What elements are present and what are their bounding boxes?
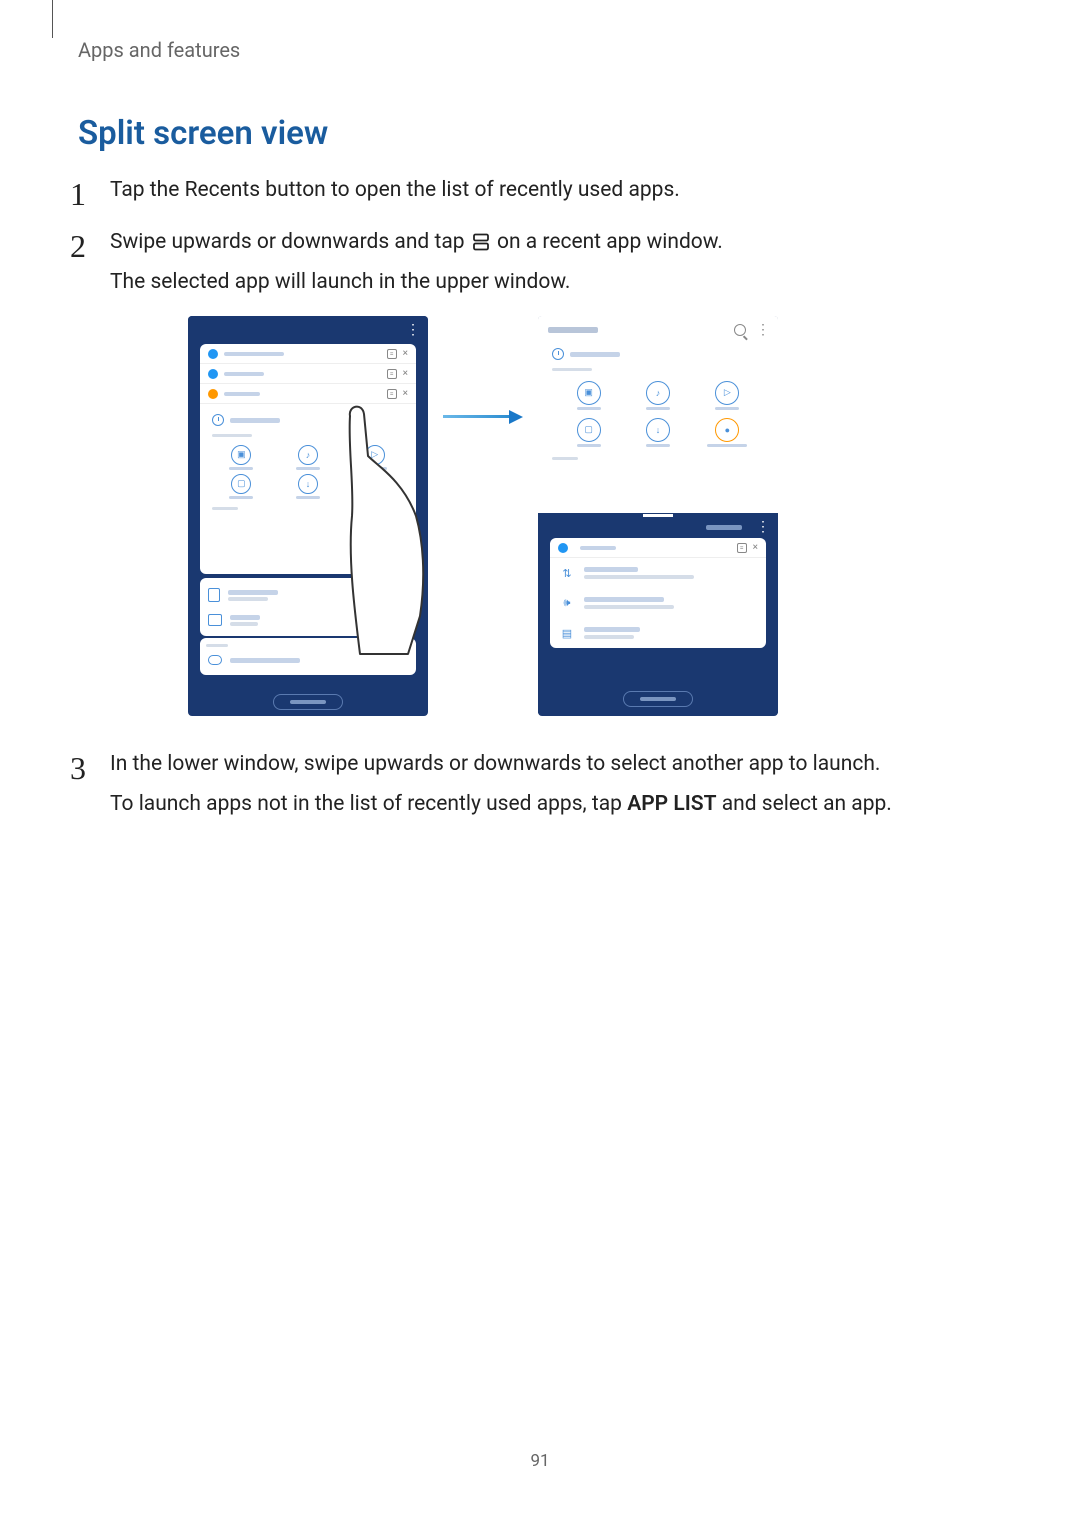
my-files-title <box>548 327 598 333</box>
cloud-icon <box>208 655 222 665</box>
audio-icon: ♪ <box>298 445 318 465</box>
images-icon: ▣ <box>577 381 601 405</box>
app-label <box>224 392 260 396</box>
search-icon <box>734 324 746 336</box>
notifications-icon: ▤ <box>560 626 574 640</box>
app-icon <box>208 389 218 399</box>
step-3-line-2-text: To launch apps not in the list of recent… <box>110 790 892 819</box>
app-list-bold: APP LIST <box>627 792 716 816</box>
audio-icon: ♪ <box>646 381 670 405</box>
step-2-number: 2 <box>70 228 86 265</box>
more-icon: ⋮ <box>756 519 768 535</box>
video-icon: ▷ <box>715 381 739 405</box>
phone-storage-icon <box>208 588 220 602</box>
phone-right-split: ⋮ ▣ ♪ ▷ ▢ ↓ ● ⋮ <box>538 316 778 716</box>
close-icon: × <box>403 388 408 399</box>
recent-files-label <box>230 418 280 423</box>
split-screen-icon <box>472 231 490 260</box>
recent-app-card-2: = × <box>200 364 416 384</box>
connections-icon: ⇅ <box>560 566 574 580</box>
split-icon: = <box>737 543 747 553</box>
close-icon: × <box>403 348 408 359</box>
clock-icon <box>212 414 224 426</box>
video-icon: ▷ <box>365 445 385 465</box>
phone-left-recents: ⋮ = × = × = × <box>188 316 428 716</box>
categories-grid: ▣ ♪ ▷ ▢ ↓ ● <box>538 375 778 453</box>
categories-grid: ▣ ♪ ▷ ▢ ↓ ● <box>206 441 410 503</box>
images-icon: ▣ <box>231 445 251 465</box>
step-1-text: Tap the Recents button to open the list … <box>110 176 680 205</box>
step-3-line2-before: To launch apps not in the list of recent… <box>110 792 627 816</box>
close-all-button <box>623 691 693 707</box>
recent-files-label <box>570 352 620 357</box>
close-all-button <box>273 694 343 710</box>
step-2-text-before: Swipe upwards or downwards and tap <box>110 230 470 254</box>
close-icon: × <box>403 368 408 379</box>
app-list-label <box>706 525 742 530</box>
close-icon: × <box>753 542 758 553</box>
app-icon <box>208 349 218 359</box>
phone-label <box>212 507 238 510</box>
phone-label <box>552 457 578 460</box>
sd-card-icon <box>208 614 222 626</box>
clock-icon <box>552 348 564 360</box>
margin-line <box>52 0 53 38</box>
upper-window: ⋮ ▣ ♪ ▷ ▢ ↓ ● <box>538 316 778 516</box>
recent-app-card-1: = × <box>200 344 416 364</box>
files-panel-left: ▣ ♪ ▷ ▢ ↓ ● <box>200 404 416 574</box>
split-divider-handle <box>643 514 673 517</box>
step-1-number: 1 <box>70 176 86 213</box>
categories-label <box>212 434 252 437</box>
split-icon: = <box>387 349 397 359</box>
step-2-text: Swipe upwards or downwards and tap on a … <box>110 228 723 260</box>
arrow-icon <box>443 410 523 422</box>
storage-section <box>200 578 416 636</box>
section-title: Split screen view <box>78 114 328 153</box>
page-number: 91 <box>530 1451 549 1471</box>
settings-app-icon <box>558 543 568 553</box>
recent-app-card-3: = × <box>200 384 416 404</box>
step-3-text: In the lower window, swipe upwards or do… <box>110 750 880 779</box>
categories-label <box>552 368 592 371</box>
lower-window: ⋮ = × ⇅ 🕪 <box>538 516 778 713</box>
app-label <box>224 352 284 356</box>
apk-icon: ● <box>365 474 385 494</box>
sound-icon: 🕪 <box>560 596 574 610</box>
downloads-icon: ↓ <box>646 418 670 442</box>
step-2-text-after: on a recent app window. <box>497 230 723 254</box>
figure-split-screen: ⋮ = × = × = × <box>188 316 888 726</box>
documents-icon: ▢ <box>577 418 601 442</box>
apk-icon: ● <box>715 418 739 442</box>
split-icon: = <box>387 389 397 399</box>
step-2-line-2-text: The selected app will launch in the uppe… <box>110 268 570 297</box>
documents-icon: ▢ <box>231 474 251 494</box>
more-icon: ⋮ <box>756 322 768 338</box>
step-3-line2-after: and select an app. <box>717 792 892 816</box>
app-icon <box>208 369 218 379</box>
cloud-section <box>200 638 416 675</box>
downloads-icon: ↓ <box>298 474 318 494</box>
recent-settings-card: = × ⇅ 🕪 ▤ <box>550 538 766 648</box>
step-3-number: 3 <box>70 750 86 787</box>
phone-left-header: ⋮ <box>188 316 428 344</box>
split-icon: = <box>387 369 397 379</box>
app-label <box>224 372 264 376</box>
page-header-breadcrumb: Apps and features <box>78 38 240 62</box>
more-icon: ⋮ <box>406 322 418 338</box>
